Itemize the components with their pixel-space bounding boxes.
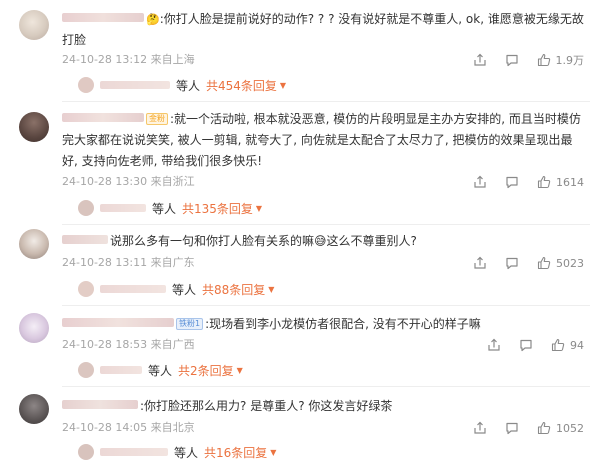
avatar[interactable] bbox=[19, 229, 49, 259]
reply-who: 等人 bbox=[176, 78, 201, 93]
like-icon bbox=[537, 256, 551, 270]
comment-list: 🤔:你打人脸是提前说好的动作? ? ? 没有说好就是不尊重人, ok, 谁愿意被… bbox=[0, 0, 600, 469]
comment-actions: 94 bbox=[487, 337, 584, 353]
reply-count: 共88条回复 bbox=[202, 282, 266, 297]
reply-avatar bbox=[78, 281, 94, 297]
chevron-down-icon: ▼ bbox=[270, 447, 277, 457]
like-button[interactable]: 1052 bbox=[537, 421, 584, 435]
username[interactable] bbox=[62, 318, 174, 327]
comment-actions: 5023 bbox=[473, 255, 584, 271]
like-button[interactable]: 1.9万 bbox=[537, 52, 585, 68]
share-icon[interactable] bbox=[487, 338, 501, 352]
view-replies-link[interactable]: 共88条回复 ▼ bbox=[202, 281, 274, 298]
divider bbox=[62, 305, 590, 306]
like-count: 1.9万 bbox=[555, 54, 585, 67]
view-replies-link[interactable]: 共135条回复 ▼ bbox=[182, 200, 262, 217]
comment-text: 说那么多有一句和你打人脸有关系的嘛😅这么不尊重别人? bbox=[110, 234, 417, 248]
reply-who: 等人 bbox=[172, 282, 197, 297]
chevron-down-icon: ▼ bbox=[236, 365, 243, 375]
chevron-down-icon: ▼ bbox=[279, 80, 287, 90]
reply-count: 共16条回复 bbox=[204, 445, 268, 460]
emoji-icon: 🤔 bbox=[146, 13, 160, 26]
comment-actions: 1614 bbox=[473, 174, 584, 190]
comment-actions: 1.9万 bbox=[473, 52, 585, 68]
comment-icon[interactable] bbox=[505, 256, 519, 270]
like-count: 1052 bbox=[556, 421, 584, 435]
avatar[interactable] bbox=[19, 394, 49, 424]
chevron-down-icon: ▼ bbox=[268, 284, 275, 294]
like-icon bbox=[537, 53, 550, 67]
like-icon bbox=[537, 421, 551, 435]
reply-usernames[interactable] bbox=[100, 81, 170, 89]
divider bbox=[62, 101, 590, 102]
comment-icon[interactable] bbox=[505, 53, 519, 67]
view-replies-link[interactable]: 共454条回复 ▼ bbox=[206, 77, 286, 94]
username[interactable] bbox=[62, 113, 144, 122]
reply-summary: 等人 共16条回复 ▼ bbox=[78, 442, 276, 462]
comment-icon[interactable] bbox=[519, 338, 533, 352]
reply-summary: 等人 共2条回复 ▼ bbox=[78, 360, 243, 380]
like-count: 1614 bbox=[556, 175, 584, 189]
reply-who: 等人 bbox=[174, 445, 199, 460]
comment-icon[interactable] bbox=[505, 421, 519, 435]
like-button[interactable]: 94 bbox=[551, 338, 584, 352]
reply-count: 共2条回复 bbox=[178, 363, 234, 378]
comment-meta: 24-10-28 14:05 来自北京 bbox=[62, 421, 195, 434]
share-icon[interactable] bbox=[473, 421, 487, 435]
comment-meta: 24-10-28 13:11 来自广东 bbox=[62, 256, 195, 269]
comment-text: :你打脸还那么用力? 是尊重人? 你这发言好绿茶 bbox=[140, 399, 393, 413]
reply-who: 等人 bbox=[152, 201, 177, 216]
comment-meta: 24-10-28 13:12 来自上海 bbox=[62, 53, 195, 66]
avatar[interactable] bbox=[19, 112, 49, 142]
like-count: 5023 bbox=[556, 256, 584, 270]
like-count: 94 bbox=[570, 338, 584, 352]
reply-usernames[interactable] bbox=[100, 204, 146, 212]
avatar[interactable] bbox=[19, 10, 49, 40]
reply-usernames[interactable] bbox=[100, 285, 166, 293]
reply-who: 等人 bbox=[148, 363, 173, 378]
reply-avatar bbox=[78, 77, 94, 93]
reply-avatar bbox=[78, 200, 94, 216]
like-icon bbox=[551, 338, 565, 352]
username[interactable] bbox=[62, 235, 108, 244]
reply-usernames[interactable] bbox=[100, 366, 142, 374]
share-icon[interactable] bbox=[473, 175, 487, 189]
comment-actions: 1052 bbox=[473, 420, 584, 436]
comment-icon[interactable] bbox=[505, 175, 519, 189]
comment-text: :现场看到李小龙模仿者很配合, 没有不开心的样子嘛 bbox=[205, 317, 481, 331]
username[interactable] bbox=[62, 400, 138, 409]
reply-count: 共135条回复 bbox=[182, 201, 253, 216]
avatar[interactable] bbox=[19, 313, 49, 343]
view-replies-link[interactable]: 共16条回复 ▼ bbox=[204, 444, 276, 461]
comment-meta: 24-10-28 13:30 来自浙江 bbox=[62, 175, 195, 188]
iron-fan-badge: 铁粉1 bbox=[176, 318, 204, 330]
like-icon bbox=[537, 175, 551, 189]
reply-count: 共454条回复 bbox=[206, 78, 277, 93]
like-button[interactable]: 1614 bbox=[537, 175, 584, 189]
reply-summary: 等人 共88条回复 ▼ bbox=[78, 279, 274, 299]
reply-usernames[interactable] bbox=[100, 448, 168, 456]
view-replies-link[interactable]: 共2条回复 ▼ bbox=[178, 362, 243, 379]
username[interactable] bbox=[62, 13, 144, 22]
reply-summary: 等人 共135条回复 ▼ bbox=[78, 198, 262, 218]
chevron-down-icon: ▼ bbox=[255, 203, 263, 213]
divider bbox=[62, 386, 590, 387]
gold-fan-badge: 金粉 bbox=[146, 113, 168, 125]
reply-avatar bbox=[78, 362, 94, 378]
share-icon[interactable] bbox=[473, 53, 487, 67]
share-icon[interactable] bbox=[473, 256, 487, 270]
divider bbox=[62, 224, 590, 225]
reply-avatar bbox=[78, 444, 94, 460]
like-button[interactable]: 5023 bbox=[537, 256, 584, 270]
reply-summary: 等人 共454条回复 ▼ bbox=[78, 75, 286, 95]
comment-meta: 24-10-28 18:53 来自广西 bbox=[62, 338, 195, 351]
